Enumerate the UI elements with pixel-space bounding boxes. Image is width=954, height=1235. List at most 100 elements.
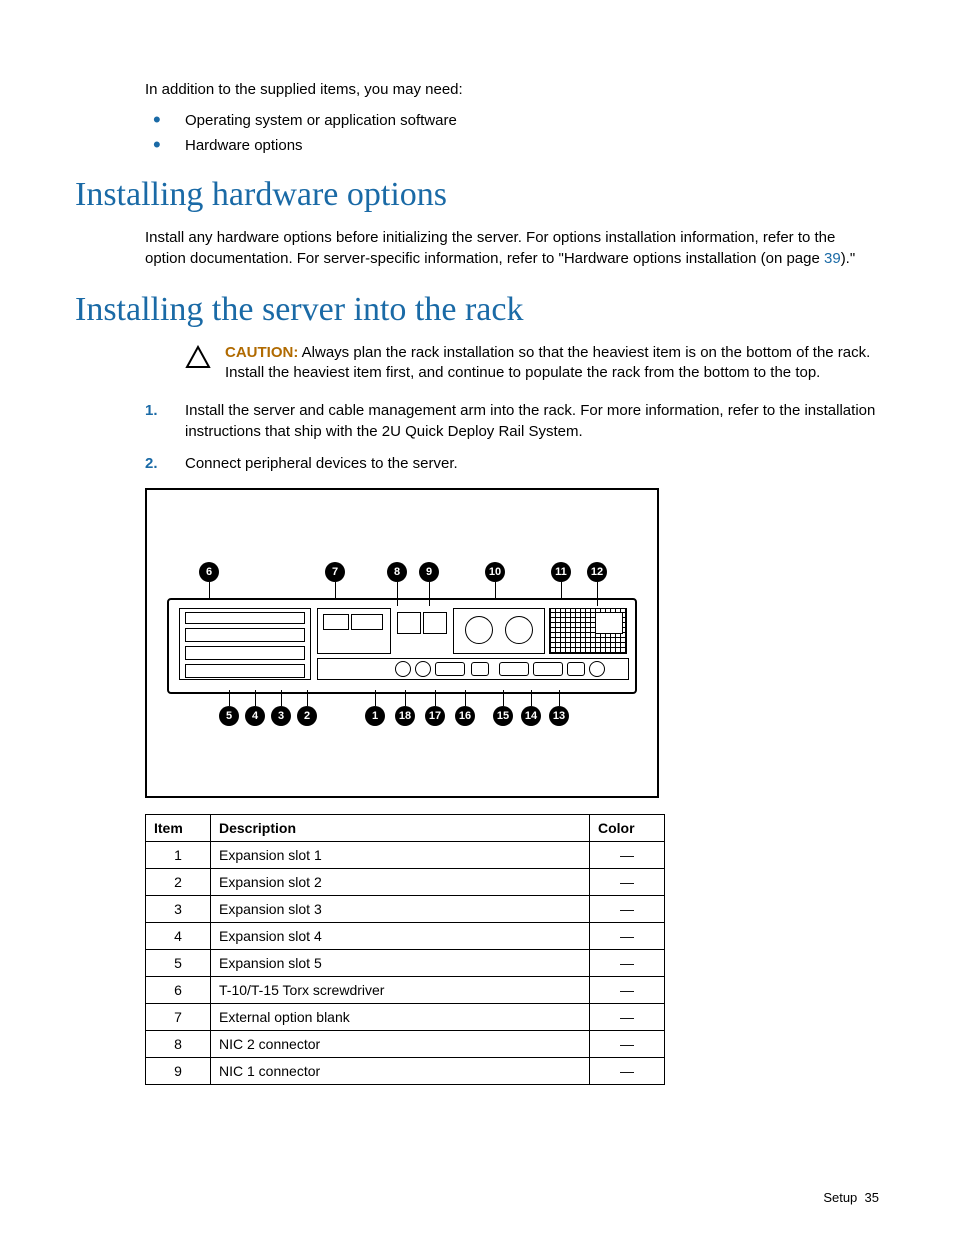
lead: [559, 690, 560, 706]
cell-color: —: [590, 896, 665, 923]
port: [395, 661, 411, 677]
hw-options-body: Install any hardware options before init…: [145, 228, 879, 269]
step-text: Connect peripheral devices to the server…: [185, 455, 458, 472]
callout-4: 4: [245, 706, 265, 726]
cell-color: —: [590, 1004, 665, 1031]
port: [589, 661, 605, 677]
callout-9: 9: [419, 562, 439, 582]
callout-7: 7: [325, 562, 345, 582]
detail: [323, 614, 349, 630]
text: Install any hardware options before init…: [145, 229, 835, 266]
lead: [531, 690, 532, 706]
lead: [375, 690, 376, 706]
rack-body: CAUTION: Always plan the rack installati…: [145, 343, 879, 1085]
step-text: Install the server and cable management …: [185, 402, 875, 439]
callout-10: 10: [485, 562, 505, 582]
callout-table: Item Description Color 1Expansion slot 1…: [145, 814, 665, 1085]
caution-block: CAUTION: Always plan the rack installati…: [185, 343, 879, 384]
bullet-item: Hardware options: [145, 137, 879, 154]
th-item: Item: [146, 815, 211, 842]
slot: [185, 664, 305, 678]
cell-item: 8: [146, 1031, 211, 1058]
cell-item: 9: [146, 1058, 211, 1085]
step-number: 1.: [145, 401, 158, 421]
callout-11: 11: [551, 562, 571, 582]
caution-icon: [185, 345, 211, 384]
table-header-row: Item Description Color: [146, 815, 665, 842]
table-row: 2Expansion slot 2—: [146, 869, 665, 896]
callout-16: 16: [455, 706, 475, 726]
cell-color: —: [590, 923, 665, 950]
rear-panel-diagram: 6 7 8 9 10 11 12: [145, 488, 659, 798]
heading-hardware-options: Installing hardware options: [75, 176, 879, 214]
cell-color: —: [590, 977, 665, 1004]
lead: [307, 690, 308, 706]
cell-item: 2: [146, 869, 211, 896]
caution-label: CAUTION:: [225, 344, 298, 361]
intro-block: In addition to the supplied items, you m…: [145, 80, 879, 154]
lead: [435, 690, 436, 706]
step-number: 2.: [145, 454, 158, 474]
lead: [503, 690, 504, 706]
table-row: 6T-10/T-15 Torx screwdriver—: [146, 977, 665, 1004]
cell-desc: T-10/T-15 Torx screwdriver: [211, 977, 590, 1004]
port: [471, 662, 489, 676]
cell-desc: Expansion slot 2: [211, 869, 590, 896]
table-row: 1Expansion slot 1—: [146, 842, 665, 869]
th-desc: Description: [211, 815, 590, 842]
callout-15: 15: [493, 706, 513, 726]
port: [415, 661, 431, 677]
callout-5: 5: [219, 706, 239, 726]
cell-color: —: [590, 869, 665, 896]
cell-desc: Expansion slot 4: [211, 923, 590, 950]
cell-desc: Expansion slot 5: [211, 950, 590, 977]
lead: [281, 690, 282, 706]
port: [533, 662, 563, 676]
caution-body: Always plan the rack installation so tha…: [225, 344, 870, 381]
nic-port: [423, 612, 447, 634]
cell-desc: NIC 2 connector: [211, 1031, 590, 1058]
fan: [505, 616, 533, 644]
cell-color: —: [590, 1058, 665, 1085]
port: [499, 662, 529, 676]
th-color: Color: [590, 815, 665, 842]
table-row: 7External option blank—: [146, 1004, 665, 1031]
cell-item: 7: [146, 1004, 211, 1031]
callout-1: 1: [365, 706, 385, 726]
cell-color: —: [590, 1031, 665, 1058]
callout-8: 8: [387, 562, 407, 582]
footer-section: Setup: [823, 1190, 857, 1205]
step-item: 1. Install the server and cable manageme…: [145, 401, 879, 442]
hw-options-para: Install any hardware options before init…: [145, 228, 879, 269]
callout-2: 2: [297, 706, 317, 726]
power-inlet: [595, 612, 623, 634]
fan: [465, 616, 493, 644]
cell-item: 4: [146, 923, 211, 950]
cell-item: 5: [146, 950, 211, 977]
slot: [185, 646, 305, 660]
callout-12: 12: [587, 562, 607, 582]
callout-13: 13: [549, 706, 569, 726]
cell-color: —: [590, 950, 665, 977]
intro-bullets: Operating system or application software…: [145, 112, 879, 154]
lead: [229, 690, 230, 706]
bullet-item: Operating system or application software: [145, 112, 879, 129]
nic-port: [397, 612, 421, 634]
callout-3: 3: [271, 706, 291, 726]
server-chassis: [167, 598, 637, 694]
slot: [185, 628, 305, 642]
cell-item: 1: [146, 842, 211, 869]
page-link-39[interactable]: 39: [824, 250, 841, 267]
lead: [405, 690, 406, 706]
heading-install-rack: Installing the server into the rack: [75, 291, 879, 329]
table-row: 4Expansion slot 4—: [146, 923, 665, 950]
detail: [351, 614, 383, 630]
table-row: 3Expansion slot 3—: [146, 896, 665, 923]
port: [567, 662, 585, 676]
cell-desc: Expansion slot 3: [211, 896, 590, 923]
cell-item: 3: [146, 896, 211, 923]
port: [435, 662, 465, 676]
slot: [185, 612, 305, 624]
lead: [255, 690, 256, 706]
cell-desc: External option blank: [211, 1004, 590, 1031]
